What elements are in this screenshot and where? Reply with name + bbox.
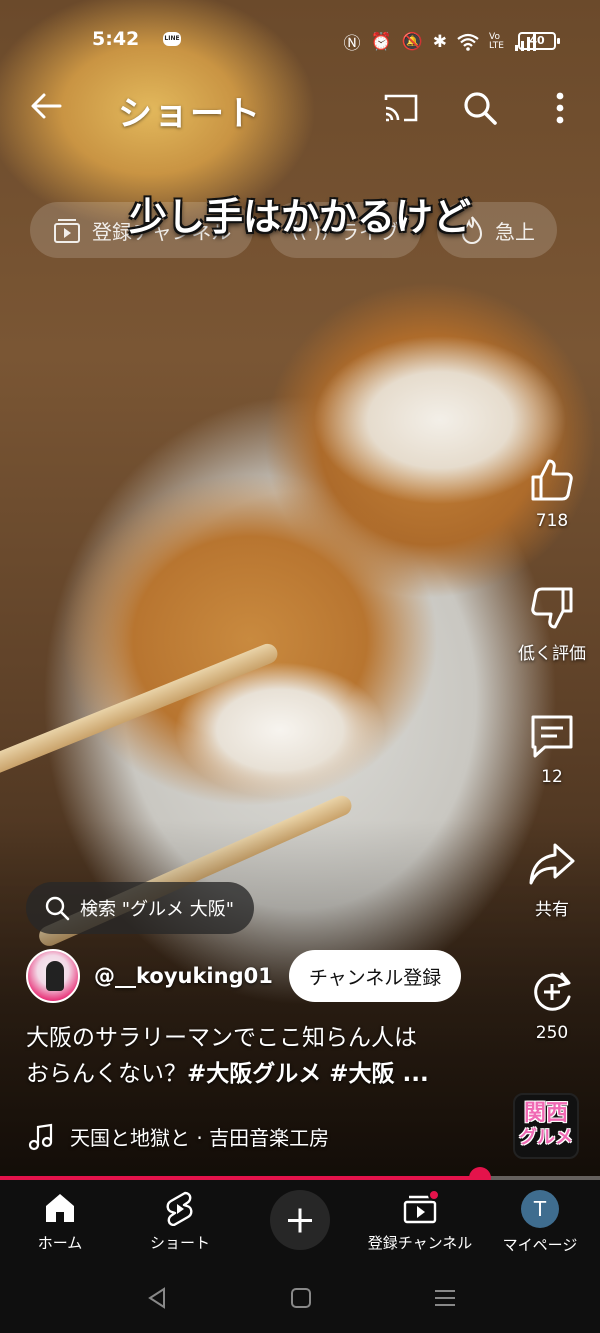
back-arrow-icon <box>31 93 62 119</box>
description-text: おらんくない？ <box>26 1061 187 1087</box>
comments-button[interactable]: 12 <box>522 711 582 787</box>
music-note-icon <box>28 1123 53 1150</box>
share-label: 共有 <box>535 900 569 920</box>
bottom-navigation: ホーム ショート 登録チャンネル T マイページ <box>0 1180 600 1263</box>
sound-thumb-line-2: グルメ <box>519 1127 573 1148</box>
search-suggestion-text: 検索 "グルメ 大阪" <box>80 899 235 920</box>
more-options-button[interactable] <box>540 86 580 130</box>
more-vert-icon <box>556 92 564 124</box>
status-icons: Ⓝ ⏰ 🔕 ✱ Vo LTE <box>343 29 536 54</box>
account-avatar: T <box>521 1190 559 1228</box>
search-suggestion-pill[interactable]: 検索 "グルメ 大阪" <box>26 882 255 934</box>
alarm-icon: ⏰ <box>370 31 392 52</box>
volte-icon: Vo LTE <box>489 31 504 51</box>
nav-home-label: ホーム <box>37 1234 83 1252</box>
comment-icon <box>531 715 573 758</box>
line-notification-icon: LINE <box>163 32 181 46</box>
system-home-icon[interactable] <box>288 1285 314 1311</box>
search-button[interactable] <box>458 86 502 130</box>
cast-button[interactable] <box>378 86 422 130</box>
subscribe-button[interactable]: チャンネル登録 <box>288 950 462 1002</box>
home-icon <box>46 1194 74 1222</box>
thumbs-down-icon <box>531 587 573 629</box>
channel-name[interactable]: @__koyuking01 <box>94 964 273 988</box>
dislike-button[interactable]: 低く評価 <box>518 583 586 664</box>
share-icon <box>529 843 575 885</box>
mute-icon: 🔕 <box>401 31 423 52</box>
page-title: ショート <box>118 94 262 134</box>
nav-subscriptions-label: 登録チャンネル <box>367 1234 473 1252</box>
nav-shorts-label: ショート <box>149 1234 210 1252</box>
description-line-1: 大阪のサラリーマンでここ知らん人は <box>26 1025 417 1051</box>
shorts-icon <box>166 1191 193 1226</box>
notification-dot <box>428 1189 440 1201</box>
nfc-icon: Ⓝ <box>343 34 361 54</box>
like-count: 718 <box>535 511 569 531</box>
remix-icon <box>534 972 571 1011</box>
nav-subscriptions[interactable]: 登録チャンネル <box>360 1190 480 1253</box>
system-recents-icon[interactable] <box>432 1285 458 1311</box>
cast-icon <box>384 94 418 122</box>
comment-count: 12 <box>541 767 563 787</box>
wifi-icon <box>457 33 479 51</box>
video-description[interactable]: 大阪のサラリーマンでここ知らん人は おらんくない？#大阪グルメ #大阪 ... <box>26 1020 496 1092</box>
music-row[interactable]: 天国と地獄と · 吉田音楽工房 <box>28 1122 329 1151</box>
nav-you[interactable]: T マイページ <box>480 1190 600 1255</box>
battery-icon: 40 <box>518 32 560 50</box>
nav-home[interactable]: ホーム <box>0 1190 120 1253</box>
dislike-label: 低く評価 <box>518 644 586 664</box>
video-caption: 少し手はかかるけど <box>128 195 471 239</box>
status-time: 5:42 <box>92 28 140 50</box>
top-app-bar: ショート <box>0 80 600 136</box>
nav-shorts[interactable]: ショート <box>120 1190 240 1253</box>
sound-thumbnail[interactable]: 関西 グルメ <box>513 1093 579 1159</box>
hashtags[interactable]: #大阪グルメ #大阪 ... <box>187 1061 429 1087</box>
system-back-icon[interactable] <box>144 1285 170 1311</box>
sound-thumb-line-1: 関西 <box>523 1101 568 1126</box>
channel-row: @__koyuking01 チャンネル登録 <box>26 946 462 1006</box>
chopstick-graphic <box>0 640 281 780</box>
system-navigation-bar <box>0 1263 600 1333</box>
create-button[interactable] <box>270 1190 330 1250</box>
like-button[interactable]: 718 <box>522 455 582 531</box>
bluetooth-icon: ✱ <box>432 31 448 52</box>
back-button[interactable] <box>24 84 68 128</box>
search-icon <box>45 896 70 921</box>
search-icon <box>464 92 497 125</box>
remix-count: 250 <box>535 1023 569 1043</box>
description-line-2: おらんくない？#大阪グルメ #大阪 ... <box>26 1056 496 1092</box>
music-title: 天国と地獄と · 吉田音楽工房 <box>70 1126 330 1150</box>
remix-button[interactable]: 250 <box>522 967 582 1043</box>
status-bar: 5:42 LINE Ⓝ ⏰ 🔕 ✱ Vo LTE 40 <box>0 22 600 62</box>
channel-avatar[interactable] <box>26 949 80 1003</box>
share-button[interactable]: 共有 <box>522 839 582 920</box>
nav-you-label: マイページ <box>502 1236 578 1254</box>
thumbs-up-icon <box>531 459 573 501</box>
